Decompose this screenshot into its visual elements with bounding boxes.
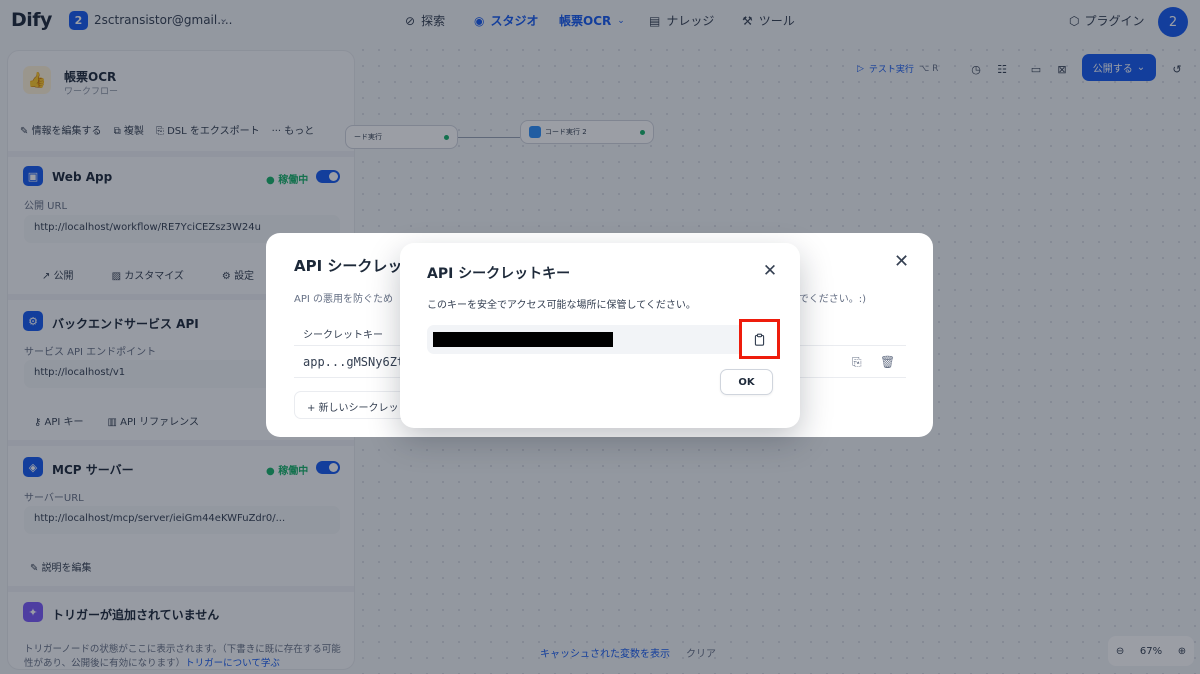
dialog-description-end: いでください。:) xyxy=(789,294,866,305)
redacted-secret-key xyxy=(433,332,613,347)
ok-button[interactable]: OK xyxy=(720,369,773,395)
trash-icon[interactable]: 🗑 xyxy=(880,355,895,369)
new-secret-key-button[interactable]: + 新しいシークレッ xyxy=(294,391,414,419)
close-icon[interactable]: ✕ xyxy=(761,261,779,281)
api-secret-key-dialog: API シークレットキー ✕ このキーを安全でアクセス可能な場所に保管してくださ… xyxy=(400,243,800,428)
close-icon[interactable]: ✕ xyxy=(894,251,909,272)
copy-icon[interactable]: ⎘ xyxy=(852,355,862,370)
dialog-description: このキーを安全でアクセス可能な場所に保管してください。 xyxy=(427,300,696,311)
copy-key-button[interactable] xyxy=(739,319,780,359)
secret-key-field[interactable] xyxy=(427,319,780,359)
dialog-title: API シークレッ xyxy=(294,257,403,275)
secret-key-value: app...gMSNy6Zt xyxy=(303,355,405,369)
dialog-description: API の悪用を防ぐため xyxy=(294,294,393,305)
clipboard-icon xyxy=(754,333,765,346)
dialog-title: API シークレットキー xyxy=(427,266,571,282)
